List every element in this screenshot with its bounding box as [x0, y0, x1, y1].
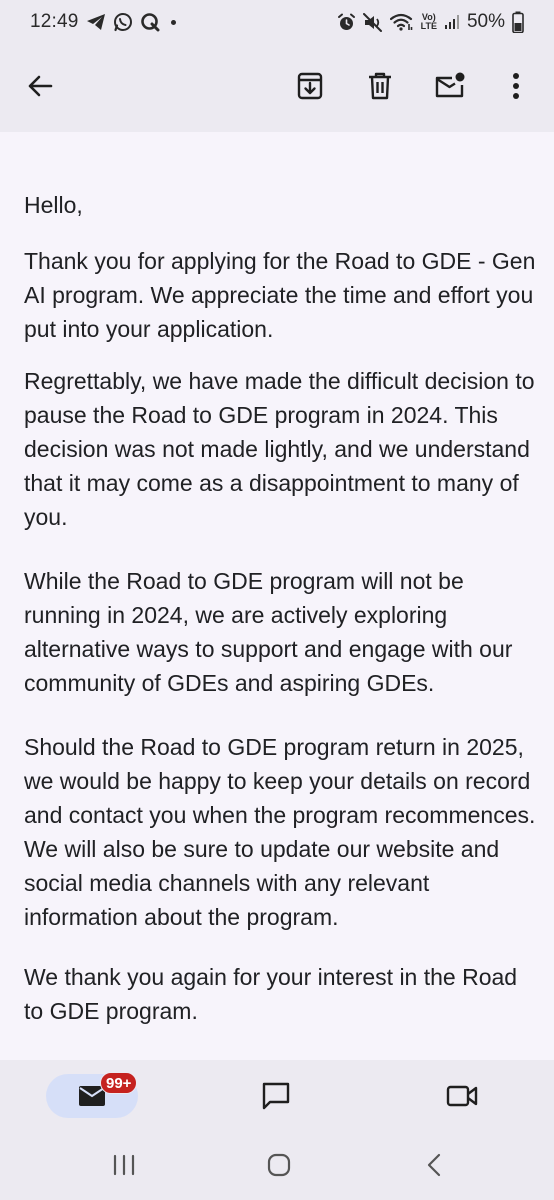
- recent-apps-button[interactable]: [102, 1148, 146, 1182]
- email-paragraph-4: Should the Road to GDE program return in…: [24, 734, 536, 930]
- signal-icon: [444, 14, 460, 30]
- more-options-button[interactable]: [494, 64, 538, 108]
- back-button[interactable]: [18, 64, 62, 108]
- meet-video-icon: [446, 1085, 478, 1107]
- nav-meet-tab[interactable]: [440, 1074, 484, 1118]
- email-app-bar: [0, 44, 554, 132]
- email-paragraph-greeting: Hello,: [24, 192, 83, 218]
- recent-apps-icon: [113, 1154, 135, 1176]
- archive-button[interactable]: [288, 64, 332, 108]
- mark-unread-icon: [435, 72, 465, 98]
- q-app-icon: [140, 12, 160, 32]
- alarm-icon: [337, 13, 356, 32]
- status-bar: 12:49 Vo) LTE 50%: [0, 0, 554, 44]
- battery-icon: [512, 11, 524, 33]
- volte-bottom-label: LTE: [420, 21, 437, 31]
- status-right: Vo) LTE 50%: [337, 11, 524, 33]
- battery-percent: 50%: [466, 11, 505, 32]
- home-button[interactable]: [257, 1148, 301, 1182]
- email-paragraph-2: Regrettably, we have made the difficult …: [24, 368, 535, 530]
- back-arrow-icon: [28, 75, 53, 97]
- chat-icon: [262, 1082, 290, 1110]
- system-back-button[interactable]: [412, 1148, 456, 1182]
- nav-mail-tab[interactable]: 99+: [46, 1072, 138, 1118]
- mark-unread-button[interactable]: [428, 64, 472, 108]
- nav-chat-tab[interactable]: [254, 1074, 298, 1118]
- telegram-icon: [86, 13, 106, 31]
- status-left: 12:49: [30, 11, 176, 33]
- delete-button[interactable]: [358, 64, 402, 108]
- clipped-previous-text: [150, 132, 230, 136]
- system-navigation-bar: [0, 1130, 554, 1200]
- unread-count-badge: 99+: [100, 1072, 138, 1094]
- archive-icon: [297, 72, 323, 100]
- bottom-navigation: 99+: [0, 1060, 554, 1130]
- volte-icon: Vo) LTE: [421, 13, 437, 31]
- more-vert-icon: [513, 73, 519, 99]
- home-icon: [267, 1153, 291, 1177]
- status-time: 12:49: [30, 11, 79, 32]
- wifi-icon: [389, 13, 414, 31]
- email-paragraph-5: We thank you again for your interest in …: [24, 964, 518, 1024]
- notification-dot: [170, 19, 176, 25]
- gmail-email-screen: 12:49 Vo) LTE 50% Hello, Thank you for a…: [0, 0, 554, 1200]
- whatsapp-icon: [113, 12, 133, 32]
- email-paragraph-3: While the Road to GDE program will not b…: [24, 568, 513, 696]
- email-body[interactable]: Hello, Thank you for applying for the Ro…: [0, 132, 554, 1060]
- delete-icon: [369, 72, 391, 100]
- chevron-left-icon: [427, 1153, 441, 1177]
- email-paragraph-1: Thank you for applying for the Road to G…: [24, 248, 536, 342]
- mute-icon: [362, 12, 383, 32]
